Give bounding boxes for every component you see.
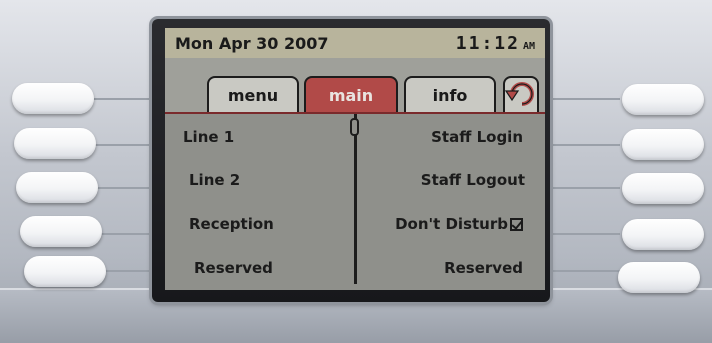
time-value: 11:12	[455, 32, 520, 54]
right-softkey-1[interactable]	[622, 84, 704, 115]
reception-label[interactable]: Reception	[189, 215, 274, 233]
right-softkey-4[interactable]	[622, 219, 704, 250]
left-softkey-2[interactable]	[14, 128, 96, 159]
line-1-label[interactable]: Line 1	[183, 128, 234, 146]
dont-disturb-item[interactable]: Don't Disturb	[395, 215, 523, 233]
phone-body: Mon Apr 30 2007 11:12 AM menu main info L…	[0, 0, 712, 343]
softkey-line	[94, 144, 152, 146]
right-softkey-2[interactable]	[622, 129, 704, 160]
reserved-left-label[interactable]: Reserved	[194, 259, 273, 277]
dont-disturb-label: Don't Disturb	[395, 215, 508, 233]
staff-login-label[interactable]: Staff Login	[431, 128, 523, 146]
reserved-right-label[interactable]: Reserved	[444, 259, 523, 277]
softkey-line	[550, 270, 620, 272]
softkey-line	[550, 98, 620, 100]
softkey-line	[94, 98, 152, 100]
main-panel: Line 1 Line 2 Reception Reserved Staff L…	[165, 114, 545, 290]
softkey-line	[94, 233, 152, 235]
tab-menu[interactable]: menu	[207, 76, 299, 112]
staff-logout-label[interactable]: Staff Logout	[421, 171, 525, 189]
tab-info[interactable]: info	[404, 76, 496, 112]
left-softkey-4[interactable]	[20, 216, 102, 247]
left-softkey-5[interactable]	[24, 256, 106, 287]
right-softkey-5[interactable]	[618, 262, 700, 293]
column-divider	[354, 114, 357, 284]
status-bar: Mon Apr 30 2007 11:12 AM	[165, 28, 545, 58]
left-softkey-1[interactable]	[12, 83, 94, 114]
softkey-line	[550, 144, 620, 146]
softkey-line	[94, 187, 152, 189]
tab-bar: menu main info	[165, 58, 545, 115]
right-softkey-3[interactable]	[622, 173, 704, 204]
line-2-label[interactable]: Line 2	[189, 171, 240, 189]
am-pm-indicator: AM	[522, 40, 535, 52]
softkey-line	[550, 233, 620, 235]
back-arrow-icon[interactable]	[503, 76, 539, 112]
checkbox-checked-icon	[510, 217, 523, 231]
date-display: Mon Apr 30 2007	[175, 33, 329, 53]
softkey-line	[550, 187, 620, 189]
lcd-screen: Mon Apr 30 2007 11:12 AM menu main info L…	[165, 28, 545, 290]
left-softkey-3[interactable]	[16, 172, 98, 203]
divider-knob	[350, 118, 359, 136]
time-display: 11:12 AM	[456, 33, 535, 54]
tab-main[interactable]: main	[304, 76, 398, 112]
